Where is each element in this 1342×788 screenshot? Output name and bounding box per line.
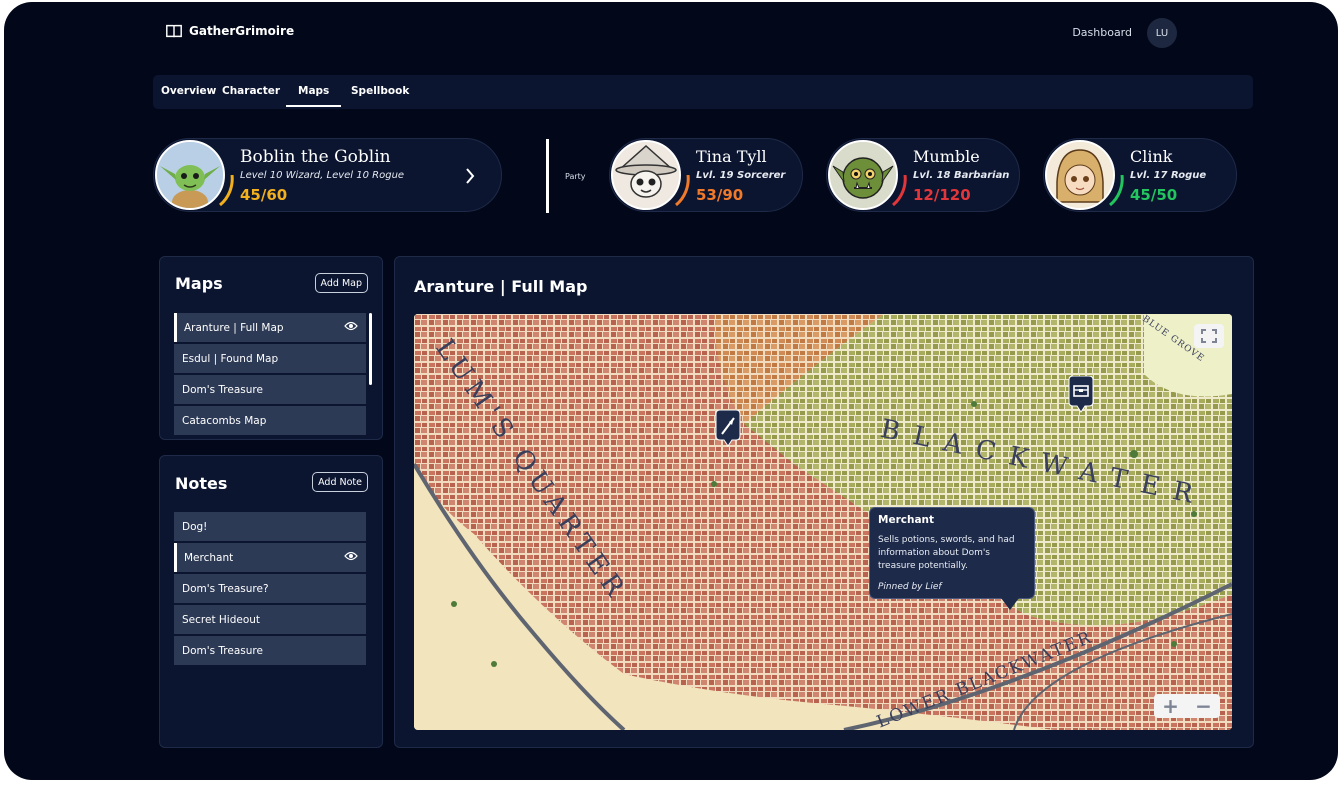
- party-member-card[interactable]: Mumble Lvl. 18 Barbarian 12/120: [826, 138, 1020, 212]
- maps-panel: Maps Add Map Aranture | Full Map Esdul |…: [159, 256, 383, 440]
- chevron-right-icon: [466, 168, 475, 184]
- character-portrait: [155, 140, 225, 210]
- party-member-class: Lvl. 17 Rogue: [1130, 170, 1207, 181]
- party-member-class: Lvl. 19 Sorcerer: [696, 170, 786, 181]
- character-name: Boblin the Goblin: [240, 147, 391, 167]
- party-member-name: Clink: [1130, 147, 1173, 166]
- party-member-hp-ring: [674, 175, 690, 207]
- map-title: Aranture | Full Map: [414, 277, 588, 296]
- party-member-portrait: [1045, 140, 1115, 210]
- note-list-item-label: Merchant: [184, 551, 234, 564]
- note-list-item[interactable]: Dom's Treasure?: [174, 574, 366, 603]
- zoom-out-button[interactable]: −: [1187, 694, 1220, 718]
- party-member-name: Mumble: [913, 147, 980, 166]
- fullscreen-button[interactable]: [1194, 324, 1224, 348]
- party-member-hp: 12/120: [913, 186, 971, 204]
- map-list-item[interactable]: Catacombs Map: [174, 406, 366, 435]
- tab-spellbook[interactable]: Spellbook: [351, 85, 409, 97]
- tab-character[interactable]: Character: [222, 85, 280, 97]
- user-avatar[interactable]: LU: [1147, 18, 1177, 48]
- party-member-portrait: [611, 140, 681, 210]
- add-map-button[interactable]: Add Map: [314, 273, 368, 293]
- map-list-item-label: Aranture | Full Map: [184, 321, 284, 334]
- party-label: Party: [565, 172, 586, 181]
- app-window: GatherGrimoire Dashboard LU Overview Cha…: [4, 2, 1338, 780]
- tooltip-pinned-by: Pinned by Lief: [878, 582, 942, 592]
- party-member-hp-ring: [891, 175, 907, 207]
- party-member-card[interactable]: Clink Lvl. 17 Rogue 45/50: [1043, 138, 1237, 212]
- map-panel: Aranture | Full Map LUM'S QUARTER BLACKW…: [394, 256, 1254, 748]
- character-card[interactable]: Boblin the Goblin Level 10 Wizard, Level…: [153, 138, 502, 212]
- zoom-in-button[interactable]: +: [1154, 694, 1187, 718]
- note-list-item[interactable]: Secret Hideout: [174, 605, 366, 634]
- zoom-controls: + −: [1154, 694, 1220, 718]
- treasure-chest-pin-icon: [1068, 375, 1094, 413]
- map-pin-quill[interactable]: [712, 409, 744, 450]
- map-list-item[interactable]: Dom's Treasure: [174, 375, 366, 404]
- map-list-item[interactable]: Esdul | Found Map: [174, 344, 366, 373]
- tooltip-body: Sells potions, swords, and had informati…: [878, 535, 1015, 571]
- character-hp: 45/60: [240, 186, 288, 204]
- party-member-hp: 53/90: [696, 186, 744, 204]
- party-member-hp-ring: [1108, 175, 1124, 207]
- eye-icon[interactable]: [344, 321, 358, 331]
- maps-title: Maps: [175, 274, 223, 293]
- map-tooltip: Merchant Sells potions, swords, and had …: [869, 507, 1035, 599]
- maps-scrollbar[interactable]: [369, 313, 372, 385]
- book-icon: [166, 24, 182, 38]
- party-member-card[interactable]: Tina Tyll Lvl. 19 Sorcerer 53/90: [609, 138, 803, 212]
- party-divider: [546, 139, 549, 213]
- notes-title: Notes: [175, 474, 228, 493]
- note-list-item[interactable]: Dog!: [174, 512, 366, 541]
- fullscreen-icon: [1201, 329, 1217, 343]
- eye-icon[interactable]: [344, 551, 358, 561]
- tab-maps[interactable]: Maps: [285, 85, 342, 107]
- map-list-item[interactable]: Aranture | Full Map: [174, 313, 366, 342]
- tab-bar: Overview Character Maps Spellbook: [153, 75, 1253, 109]
- tooltip-tail: [1001, 598, 1019, 610]
- notes-panel: Notes Add Note Dog! Merchant Dom's Treas…: [159, 455, 383, 748]
- map-canvas[interactable]: LUM'S QUARTER BLACKWATER LOWER BLACKWATE…: [414, 314, 1232, 730]
- party-member-name: Tina Tyll: [696, 147, 767, 166]
- party-member-hp: 45/50: [1130, 186, 1178, 204]
- note-list-item[interactable]: Merchant: [174, 543, 366, 572]
- quill-pin-icon: [715, 409, 741, 447]
- map-pin-chest[interactable]: [1065, 375, 1097, 416]
- character-class: Level 10 Wizard, Level 10 Rogue: [240, 170, 405, 181]
- app-logo[interactable]: GatherGrimoire: [165, 22, 294, 40]
- tab-overview[interactable]: Overview: [161, 85, 216, 97]
- party-member-class: Lvl. 18 Barbarian: [913, 170, 1010, 181]
- character-hp-ring: [218, 175, 234, 207]
- note-list-item[interactable]: Dom's Treasure: [174, 636, 366, 665]
- add-note-button[interactable]: Add Note: [312, 472, 368, 492]
- app-name: GatherGrimoire: [189, 24, 295, 38]
- tooltip-title: Merchant: [878, 514, 935, 526]
- map-image: [414, 314, 1232, 730]
- party-member-portrait: [828, 140, 898, 210]
- dashboard-link[interactable]: Dashboard: [1072, 26, 1132, 39]
